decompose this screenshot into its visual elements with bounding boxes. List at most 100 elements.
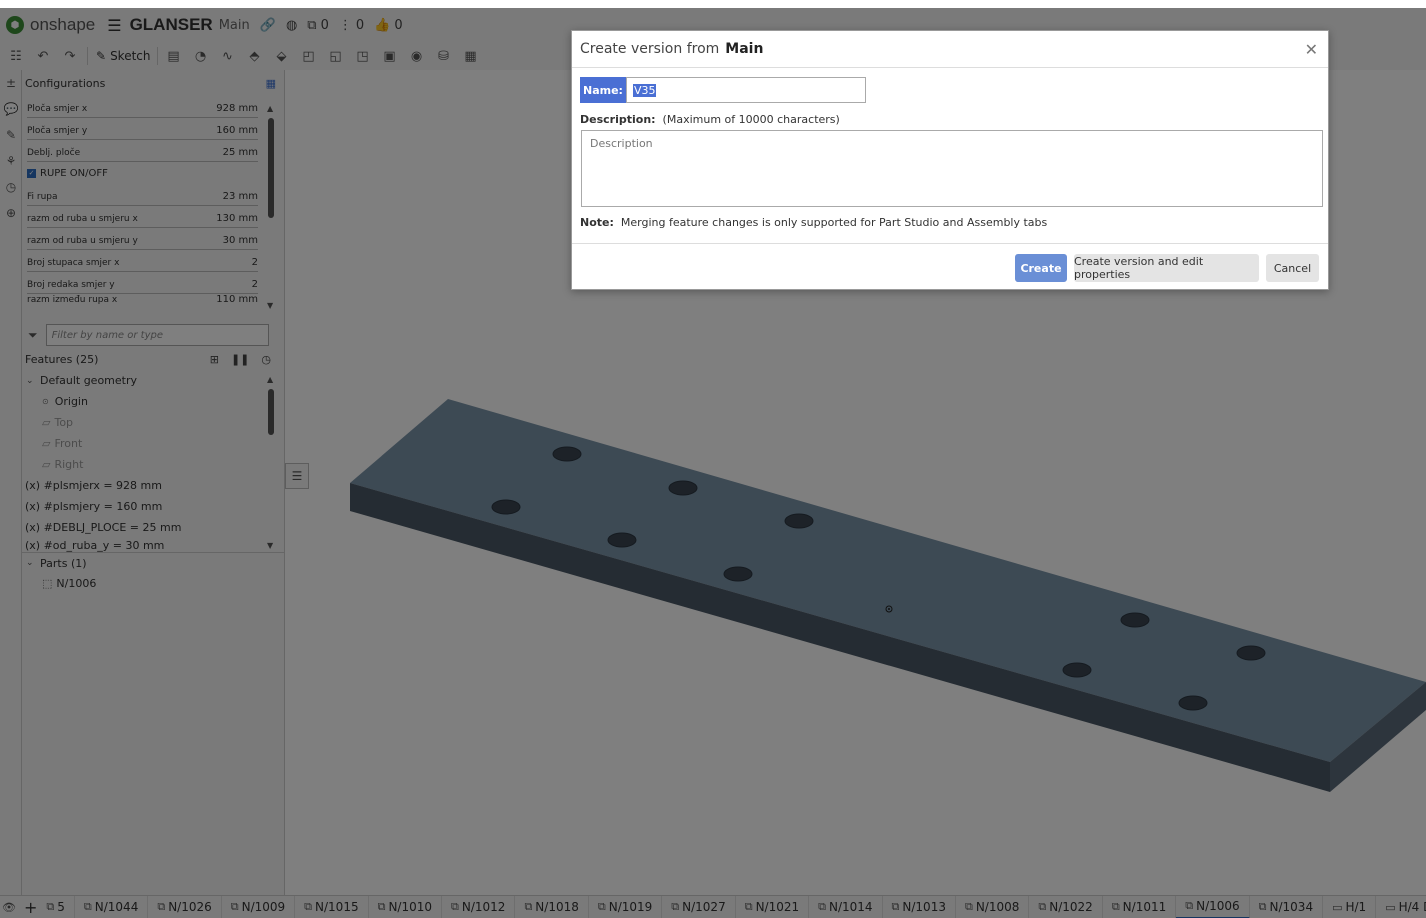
- globe-icon[interactable]: ◍: [286, 18, 297, 33]
- revolve-icon[interactable]: ◔: [190, 45, 212, 67]
- config-row[interactable]: Deblj. ploče 25 mm: [27, 140, 258, 162]
- chamfer-icon[interactable]: ◱: [325, 45, 347, 67]
- scroll-down-icon[interactable]: ▼: [267, 541, 273, 550]
- tab-n-1008[interactable]: ⧉ N/1008: [956, 896, 1030, 918]
- config-row[interactable]: Fi rupa 23 mm: [27, 184, 258, 206]
- loft-icon[interactable]: ⬘: [244, 45, 266, 67]
- tab-n-1018[interactable]: ⧉ N/1018: [515, 896, 589, 918]
- chevron-down-icon[interactable]: ⌄: [26, 376, 36, 386]
- tab-n-1014[interactable]: ⧉ N/1014: [809, 896, 883, 918]
- hole-icon[interactable]: ◉: [406, 45, 428, 67]
- config-value[interactable]: 110 mm: [216, 294, 258, 305]
- add-tab-button[interactable]: +: [24, 896, 37, 918]
- description-textarea[interactable]: Description: [581, 130, 1323, 207]
- features-scrollbar[interactable]: ▲ ▼: [267, 375, 274, 550]
- tab-n-1012[interactable]: ⧉ N/1012: [442, 896, 516, 918]
- tab-n-1019[interactable]: ⧉ N/1019: [589, 896, 663, 918]
- tab-h-4-drawing[interactable]: ▭H/4 Drawing: [1376, 896, 1426, 918]
- scroll-up-icon[interactable]: ▲: [267, 104, 273, 113]
- create-button[interactable]: Create: [1015, 254, 1067, 282]
- tree-item-right[interactable]: ▱ Right: [22, 454, 285, 475]
- comments-icon[interactable]: 💬: [0, 96, 22, 122]
- config-row[interactable]: Broj redaka smjer y 2: [27, 272, 258, 294]
- variables-icon[interactable]: ±: [0, 70, 22, 96]
- tab-n-1009[interactable]: ⧉ N/1009: [222, 896, 296, 918]
- config-row[interactable]: Broj stupaca smjer x 2: [27, 250, 258, 272]
- variable-item[interactable]: (x) #od_ruba_y = 30 mm: [22, 538, 285, 552]
- sweep-icon[interactable]: ∿: [217, 45, 239, 67]
- tree-group-default-geometry[interactable]: ⌄ Default geometry: [22, 370, 285, 391]
- branch-name[interactable]: Main: [219, 18, 250, 33]
- config-row[interactable]: Ploča smjer y 160 mm: [27, 118, 258, 140]
- branches-button[interactable]: ⋮ 0: [339, 18, 364, 33]
- tree-group-parts[interactable]: ⌄ Parts (1): [22, 552, 285, 573]
- config-value[interactable]: 160 mm: [216, 125, 258, 136]
- tab-n-1010[interactable]: ⧉ N/1010: [369, 896, 443, 918]
- link-icon[interactable]: 🔗: [260, 18, 276, 33]
- stopwatch-icon[interactable]: ◷: [261, 353, 271, 366]
- tab-n-1021[interactable]: ⧉ N/1021: [736, 896, 810, 918]
- tab-n-1034[interactable]: ⧉ N/1034: [1250, 896, 1324, 918]
- variable-item[interactable]: (x) #plsmjerx = 928 mm: [22, 475, 285, 496]
- create-and-edit-button[interactable]: Create version and edit properties: [1074, 254, 1259, 282]
- configurations-scrollbar[interactable]: ▲ ▼: [267, 104, 274, 310]
- extrude-icon[interactable]: ▤: [163, 45, 185, 67]
- tab-n-1011[interactable]: ⧉ N/1011: [1103, 896, 1177, 918]
- tab-n-1026[interactable]: ⧉ N/1026: [148, 896, 222, 918]
- notes-icon[interactable]: ✎: [0, 122, 22, 148]
- inspect-icon[interactable]: ⊕: [0, 200, 22, 226]
- config-value[interactable]: 928 mm: [216, 103, 258, 114]
- like-button[interactable]: 👍 0: [374, 18, 402, 33]
- add-folder-icon[interactable]: ⊞: [210, 353, 219, 366]
- config-row[interactable]: Ploča smjer x 928 mm: [27, 96, 258, 118]
- checkbox-checked-icon[interactable]: ✓: [27, 168, 36, 178]
- tab-5[interactable]: ⧉ 5: [37, 896, 75, 918]
- rupe-checkbox-row[interactable]: ✓ RUPE ON/OFF: [27, 162, 284, 184]
- sketch-button[interactable]: ✎ Sketch: [96, 49, 151, 63]
- tab-n-1027[interactable]: ⧉ N/1027: [662, 896, 736, 918]
- config-value[interactable]: 23 mm: [223, 191, 258, 202]
- redo-icon[interactable]: ↷: [59, 45, 81, 67]
- tab-n-1006[interactable]: ⧉ N/1006: [1176, 896, 1250, 918]
- fillet-icon[interactable]: ◰: [298, 45, 320, 67]
- graph-icon[interactable]: ⚘: [0, 148, 22, 174]
- tab-n-1015[interactable]: ⧉ N/1015: [295, 896, 369, 918]
- variable-item[interactable]: (x) #DEBLJ_PLOCE = 25 mm: [22, 517, 285, 538]
- config-row[interactable]: razm od ruba u smjeru x 130 mm: [27, 206, 258, 228]
- variable-item[interactable]: (x) #plsmjery = 160 mm: [22, 496, 285, 517]
- configuration-table-icon[interactable]: ▦: [266, 77, 276, 90]
- thicken-icon[interactable]: ⬙: [271, 45, 293, 67]
- config-value[interactable]: 30 mm: [223, 235, 258, 246]
- version-name-input[interactable]: V35: [625, 77, 866, 103]
- tree-item-origin[interactable]: ⊙ Origin: [22, 391, 285, 412]
- config-value[interactable]: 130 mm: [216, 213, 258, 224]
- config-row[interactable]: razm između rupa x 110 mm: [27, 294, 258, 308]
- close-icon[interactable]: ✕: [1305, 40, 1318, 59]
- config-value[interactable]: 2: [252, 257, 258, 268]
- tab-n-1013[interactable]: ⧉ N/1013: [883, 896, 956, 918]
- part-item[interactable]: ⬚ N/1006: [22, 573, 285, 594]
- tab-n-1044[interactable]: ⧉ N/1044: [75, 896, 149, 918]
- scroll-down-icon[interactable]: ▼: [267, 301, 273, 310]
- draft-icon[interactable]: ◳: [352, 45, 374, 67]
- feature-list-toggle-icon[interactable]: ☷: [5, 45, 27, 67]
- shell-icon[interactable]: ▣: [379, 45, 401, 67]
- config-value[interactable]: 25 mm: [223, 147, 258, 158]
- config-value[interactable]: 2: [252, 279, 258, 290]
- hamburger-menu-icon[interactable]: ☰: [107, 16, 121, 35]
- tree-item-front[interactable]: ▱ Front: [22, 433, 285, 454]
- undo-icon[interactable]: ↶: [32, 45, 54, 67]
- onshape-logo[interactable]: ⬢ onshape: [6, 15, 95, 35]
- tab-n-1022[interactable]: ⧉ N/1022: [1029, 896, 1103, 918]
- tree-item-top[interactable]: ▱ Top: [22, 412, 285, 433]
- chevron-down-icon[interactable]: ⌄: [26, 558, 36, 568]
- versions-button[interactable]: ⧉ 0: [307, 18, 329, 33]
- scroll-up-icon[interactable]: ▲: [267, 375, 273, 384]
- pause-icon[interactable]: ❚❚: [231, 353, 249, 366]
- timer-icon[interactable]: ◷: [0, 174, 22, 200]
- tab-h-1[interactable]: ▭ H/1: [1323, 896, 1377, 918]
- scrollbar-thumb[interactable]: [268, 118, 274, 218]
- tab-manager-icon[interactable]: 👁: [2, 901, 16, 914]
- pattern-icon[interactable]: ▦: [460, 45, 482, 67]
- cancel-button[interactable]: Cancel: [1266, 254, 1319, 282]
